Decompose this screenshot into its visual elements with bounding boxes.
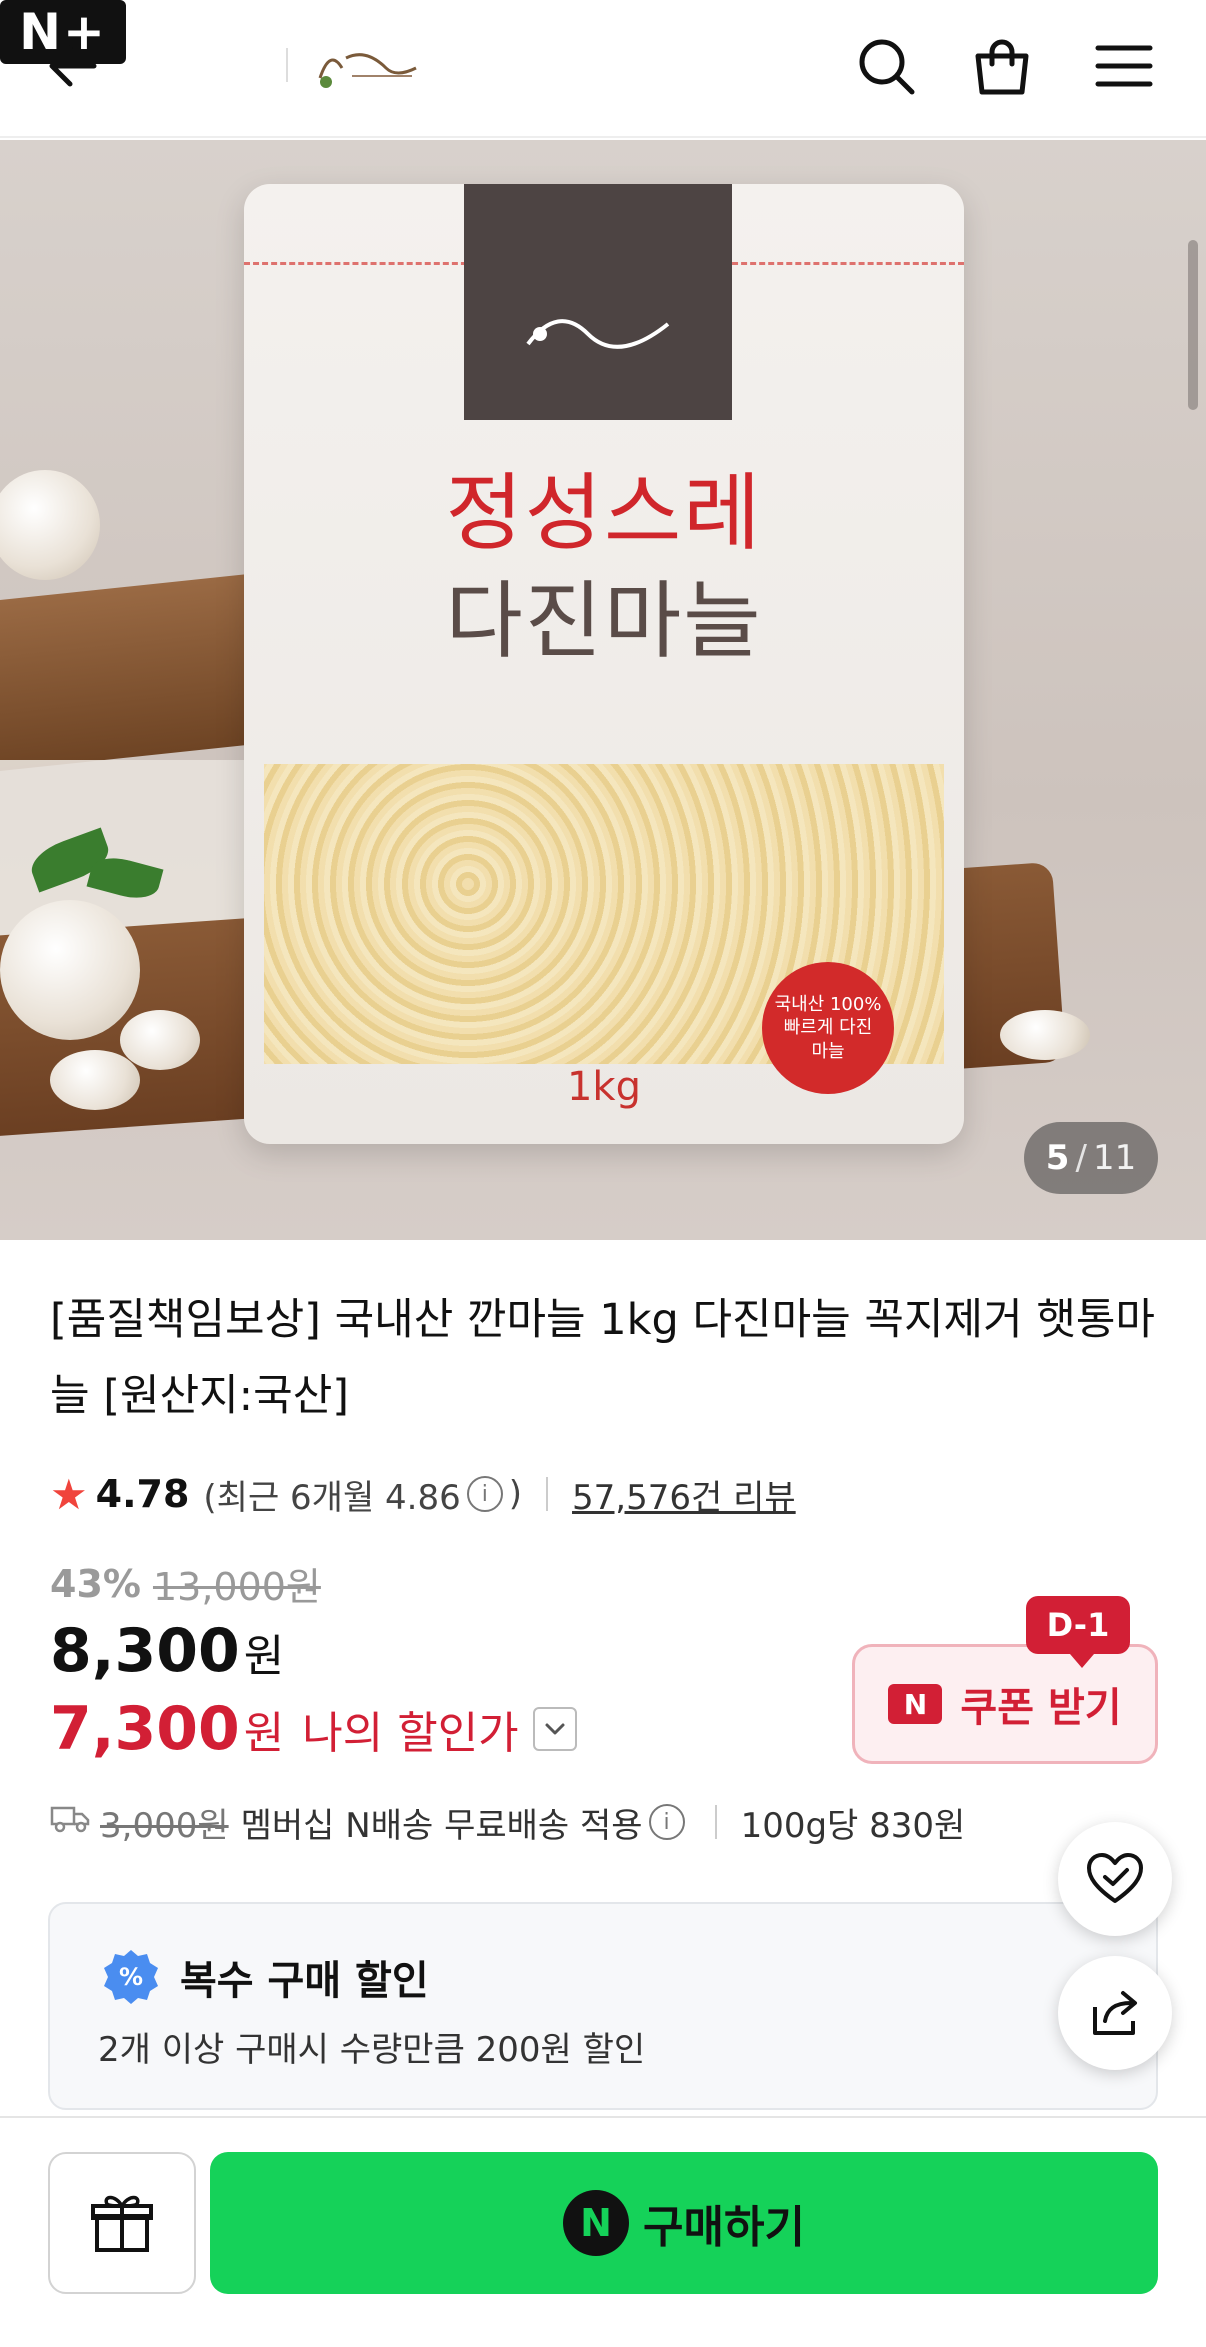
discount-badge-icon: %	[102, 1948, 160, 2006]
naver-n-icon: N	[888, 1684, 943, 1724]
coupon-label: 쿠폰 받기	[960, 1685, 1122, 1731]
image-counter-slash: /	[1075, 1138, 1087, 1178]
share-icon	[1093, 1991, 1137, 2035]
recent-rating: (최근 6개월 4.86	[203, 1477, 461, 1518]
my-price-unit: 원	[243, 1708, 285, 1759]
discount-badge-symbol: %	[119, 1963, 143, 1991]
buy-button-label: 구매하기	[643, 2202, 805, 2253]
share-button[interactable]	[1058, 1956, 1172, 2070]
store-logo[interactable]	[312, 38, 422, 98]
dday-badge: D-1	[1026, 1596, 1130, 1668]
unit-price: 100g당 830원	[740, 1805, 966, 1846]
origin-seal: 국내산 100% 빠르게 다진 마늘	[762, 962, 894, 1094]
heart-check-icon	[1087, 1853, 1143, 1903]
naver-pay-icon: N	[563, 2190, 630, 2256]
sale-price-number: 8,300	[50, 1616, 240, 1686]
rating-row: ★ 4.78 (최근 6개월 4.86 i ) 57,576건 리뷰	[50, 1466, 796, 1522]
product-image-carousel[interactable]: 정성스레 다진마늘 1kg 국내산 100% 빠르게 다진 마늘 5 / 11	[0, 140, 1206, 1240]
multi-purchase-card[interactable]: % 복수 구매 할인 2개 이상 구매시 수량만큼 200원 할인	[48, 1902, 1158, 2110]
rating-value: 4.78	[95, 1472, 190, 1516]
origin-seal-line3: 마늘	[811, 1040, 845, 1062]
multi-purchase-desc: 2개 이상 구매시 수량만큼 200원 할인	[98, 2030, 646, 2070]
product-title: [품질책임보상] 국내산 깐마늘 1kg 다진마늘 꼭지제거 햇통마늘 [원산지…	[50, 1295, 1155, 1421]
image-index: 5	[1045, 1138, 1070, 1178]
shipping-original-fee: 3,000원	[100, 1805, 229, 1846]
menu-icon[interactable]	[1086, 28, 1162, 104]
buy-button[interactable]: N 구매하기	[210, 2152, 1158, 2294]
gift-button[interactable]	[48, 2152, 196, 2294]
search-icon[interactable]	[848, 28, 924, 104]
chevron-down-icon[interactable]	[532, 1707, 577, 1751]
image-total: 11	[1092, 1138, 1137, 1178]
garlic-clove-image	[120, 1010, 200, 1070]
package-brand-logo	[464, 294, 732, 372]
review-count-link[interactable]: 57,576건 리뷰	[572, 1470, 796, 1519]
rating-divider	[546, 1477, 549, 1511]
package-title-line1: 정성스레	[445, 464, 763, 562]
sale-price-unit: 원	[243, 1631, 285, 1682]
garlic-bulb-image	[0, 470, 100, 580]
discount-row: 43% 13,000원	[50, 1556, 321, 1611]
garlic-clove-image	[50, 1050, 140, 1110]
page-scrollbar[interactable]	[1188, 240, 1198, 410]
origin-seal-line1: 국내산 100%	[774, 993, 882, 1015]
recent-rating-close: )	[508, 1474, 523, 1514]
gift-icon	[91, 2195, 153, 2252]
bottom-action-bar: N 구매하기	[0, 2116, 1206, 2347]
discount-percent: 43%	[50, 1561, 141, 1606]
my-price-number: 7,300	[50, 1694, 240, 1764]
sale-price: 8,300 원	[50, 1616, 284, 1686]
package-title-line2: 다진마늘	[445, 572, 763, 670]
delivery-truck-icon	[50, 1802, 90, 1843]
shipping-row: 3,000원 멤버십 N배송 무료배송 적용 i 100g당 830원	[50, 1794, 965, 1850]
my-price-row[interactable]: 7,300 원 나의 할인가	[50, 1694, 577, 1764]
garlic-bulb-image	[0, 900, 140, 1040]
coupon-button[interactable]: N 쿠폰 받기	[852, 1644, 1158, 1764]
info-icon[interactable]: i	[466, 1476, 503, 1512]
multi-purchase-title: 복수 구매 할인	[180, 1958, 429, 2004]
top-nav-bar: N+	[0, 0, 1206, 138]
back-arrow-icon[interactable]	[36, 30, 108, 102]
image-counter: 5 / 11	[1024, 1122, 1158, 1194]
origin-seal-line2: 빠르게 다진	[783, 1017, 873, 1039]
wishlist-button[interactable]	[1058, 1822, 1172, 1936]
cart-icon[interactable]	[964, 28, 1040, 104]
garlic-clove-image	[1000, 1010, 1090, 1060]
my-price-label: 나의 할인가	[302, 1708, 519, 1759]
product-package: 정성스레 다진마늘 1kg 국내산 100% 빠르게 다진 마늘	[244, 184, 964, 1144]
original-price: 13,000원	[152, 1565, 321, 1609]
star-icon: ★	[50, 1469, 88, 1519]
shipping-divider	[714, 1805, 717, 1839]
header-divider	[286, 48, 288, 82]
shipping-text: 멤버십 N배송 무료배송 적용	[240, 1805, 643, 1846]
info-icon[interactable]: i	[648, 1804, 685, 1840]
